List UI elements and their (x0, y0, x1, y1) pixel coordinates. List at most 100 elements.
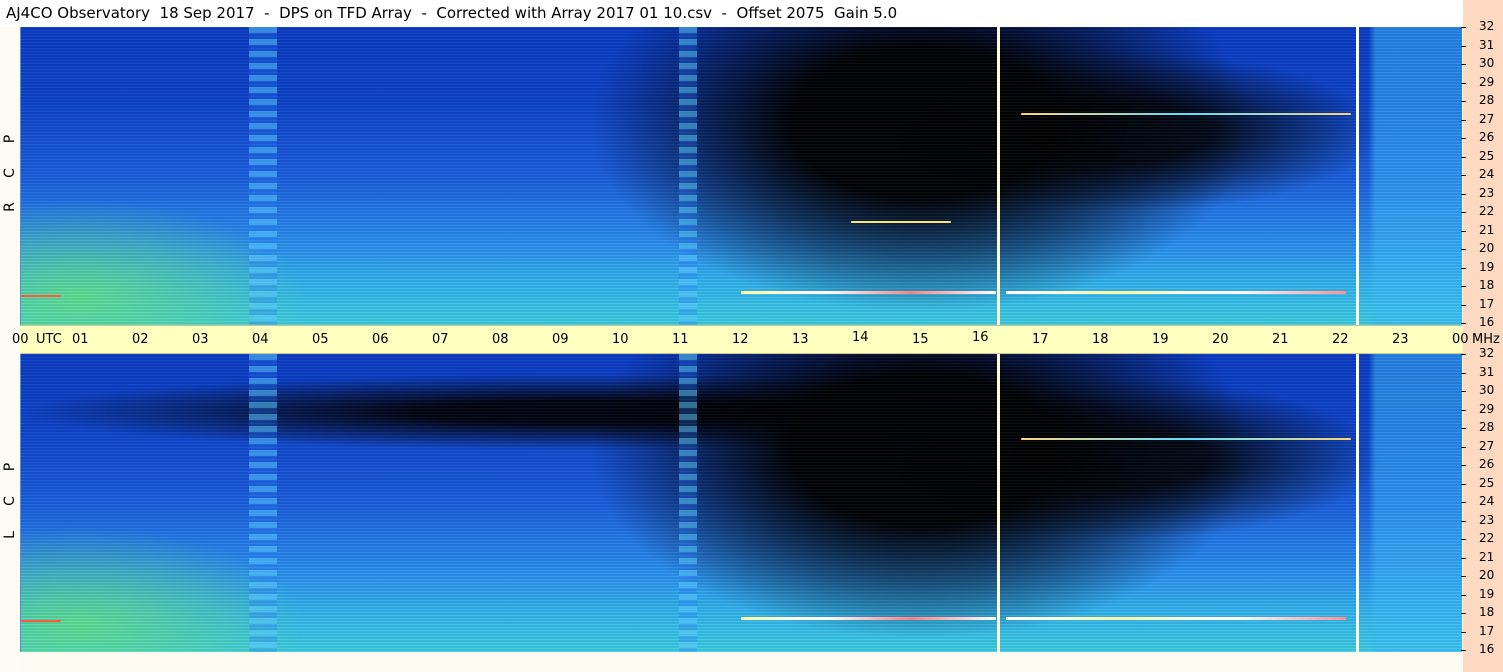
signal-streak (851, 221, 951, 223)
signal-streak (741, 617, 996, 620)
time-tick-label: 03 (192, 332, 209, 347)
rcp-label-r: P (2, 134, 18, 144)
lcp-freq-tick (1461, 409, 1466, 411)
time-tick-label: 22 (1332, 332, 1349, 347)
signal-streak (1006, 617, 1346, 620)
interference-band-11 (679, 354, 697, 652)
lcp-freq-tick (1461, 446, 1466, 448)
time-tick-label: 13 (792, 332, 809, 347)
lcp-freq-tick (1461, 391, 1466, 392)
panel-divider-line (1356, 354, 1359, 652)
lcp-freq-label: 31 (1479, 364, 1495, 379)
lcp-freq-label: 18 (1479, 605, 1495, 619)
lcp-freq-label: 29 (1479, 401, 1495, 416)
signal-streak (21, 620, 61, 622)
rcp-freq-tick (1461, 45, 1466, 47)
rcp-label-p: R (2, 202, 18, 212)
lcp-freq-tick (1461, 631, 1466, 633)
time-axis-unit: UTC (36, 332, 62, 347)
time-tick-label: 11 (672, 332, 689, 347)
rcp-freq-label: 22 (1479, 204, 1495, 218)
lcp-freq-label: 23 (1479, 512, 1495, 527)
spectrogram-scanlines (21, 354, 1462, 652)
polarization-label-column: P C R P C L (0, 27, 20, 672)
signal-streak (1006, 291, 1346, 294)
rcp-freq-label: 32 (1479, 19, 1495, 33)
panel-divider-line (997, 354, 1000, 652)
rcp-freq-label: 23 (1479, 185, 1495, 200)
rcp-freq-tick (1461, 212, 1466, 213)
lcp-spectrogram (20, 354, 1462, 652)
rcp-freq-tick (1461, 138, 1466, 139)
time-tick-label: 23 (1392, 332, 1409, 347)
lcp-freq-label: 22 (1479, 531, 1495, 545)
rcp-freq-label: 25 (1479, 148, 1495, 163)
rcp-freq-label: 30 (1479, 56, 1495, 70)
lcp-freq-label: 24 (1479, 494, 1495, 508)
rcp-freq-tick (1461, 175, 1466, 176)
time-tick-label: 06 (372, 332, 389, 347)
lcp-label-l: P (2, 462, 18, 472)
time-axis: 00 UTC 01 02 03 04 05 06 07 08 09 10 11 … (12, 325, 1500, 354)
time-tick-label: 09 (552, 332, 569, 347)
lcp-freq-tick (1461, 650, 1466, 651)
interference-band-11 (679, 27, 697, 325)
panel-divider-line (997, 27, 1000, 325)
lcp-freq-label: 17 (1479, 623, 1495, 638)
lcp-frequency-axis: 32 31 30 29 28 27 26 25 24 23 22 21 20 19 18 17 16 (1461, 346, 1503, 656)
rcp-freq-label: 28 (1479, 93, 1495, 107)
freq-axis-unit: MHz (1472, 332, 1500, 347)
lcp-freq-tick (1461, 594, 1466, 596)
rcp-freq-tick (1461, 323, 1466, 324)
lcp-freq-tick (1461, 520, 1466, 522)
lcp-freq-tick (1461, 613, 1466, 614)
rcp-freq-label: 17 (1479, 296, 1495, 311)
rcp-freq-tick (1461, 304, 1466, 306)
rcp-freq-tick (1461, 119, 1466, 121)
time-tick-label: 20 (1212, 332, 1229, 347)
lcp-label-c: C (2, 496, 18, 506)
time-tick-label: 14 (852, 330, 869, 345)
rcp-freq-label: 18 (1479, 278, 1495, 292)
lcp-freq-tick (1461, 557, 1466, 559)
signal-streak (21, 295, 61, 297)
rcp-freq-label: 29 (1479, 74, 1495, 89)
rcp-freq-label: 21 (1479, 222, 1495, 237)
lcp-freq-tick (1461, 372, 1466, 374)
lcp-freq-label: 20 (1479, 568, 1495, 582)
lcp-freq-tick (1461, 576, 1466, 577)
time-tick-label: 15 (912, 332, 929, 347)
interference-band-04 (249, 27, 277, 325)
rcp-freq-tick (1461, 82, 1466, 84)
lcp-freq-label: 32 (1479, 346, 1495, 360)
rcp-freq-tick (1461, 193, 1466, 195)
rcp-freq-label: 20 (1479, 241, 1495, 255)
rcp-freq-label: 31 (1479, 37, 1495, 52)
rcp-freq-tick (1461, 230, 1466, 232)
rcp-label-c: C (2, 168, 18, 178)
time-tick-label: 00 (12, 332, 29, 347)
rcp-spectrogram (20, 27, 1462, 325)
spectrogram-scanlines (21, 27, 1462, 325)
time-tick-label: 07 (432, 332, 449, 347)
time-tick-label: 19 (1152, 332, 1169, 347)
panel-divider-line (1356, 27, 1359, 325)
rcp-freq-tick (1461, 64, 1466, 65)
signal-streak (1021, 113, 1351, 115)
lcp-freq-label: 21 (1479, 549, 1495, 564)
title-bar: AJ4CO Observatory 18 Sep 2017 - DPS on T… (0, 0, 1463, 27)
time-tick-label: 17 (1032, 332, 1049, 347)
time-tick-label: 01 (72, 332, 89, 347)
lcp-freq-tick (1461, 465, 1466, 466)
rcp-freq-tick (1461, 27, 1466, 28)
rcp-frequency-axis: 32 31 30 29 28 27 26 25 24 23 22 21 20 19 18 17 16 (1461, 19, 1503, 329)
lcp-freq-label: 26 (1479, 457, 1495, 471)
rcp-freq-label: 16 (1479, 315, 1495, 329)
lcp-freq-label: 30 (1479, 383, 1495, 397)
lcp-label-p: L (2, 531, 18, 539)
rcp-freq-label: 24 (1479, 167, 1495, 181)
time-tick-label: 00 (1452, 332, 1469, 347)
time-tick-label: 16 (972, 330, 989, 345)
rcp-freq-tick (1461, 249, 1466, 250)
lcp-freq-label: 28 (1479, 420, 1495, 434)
